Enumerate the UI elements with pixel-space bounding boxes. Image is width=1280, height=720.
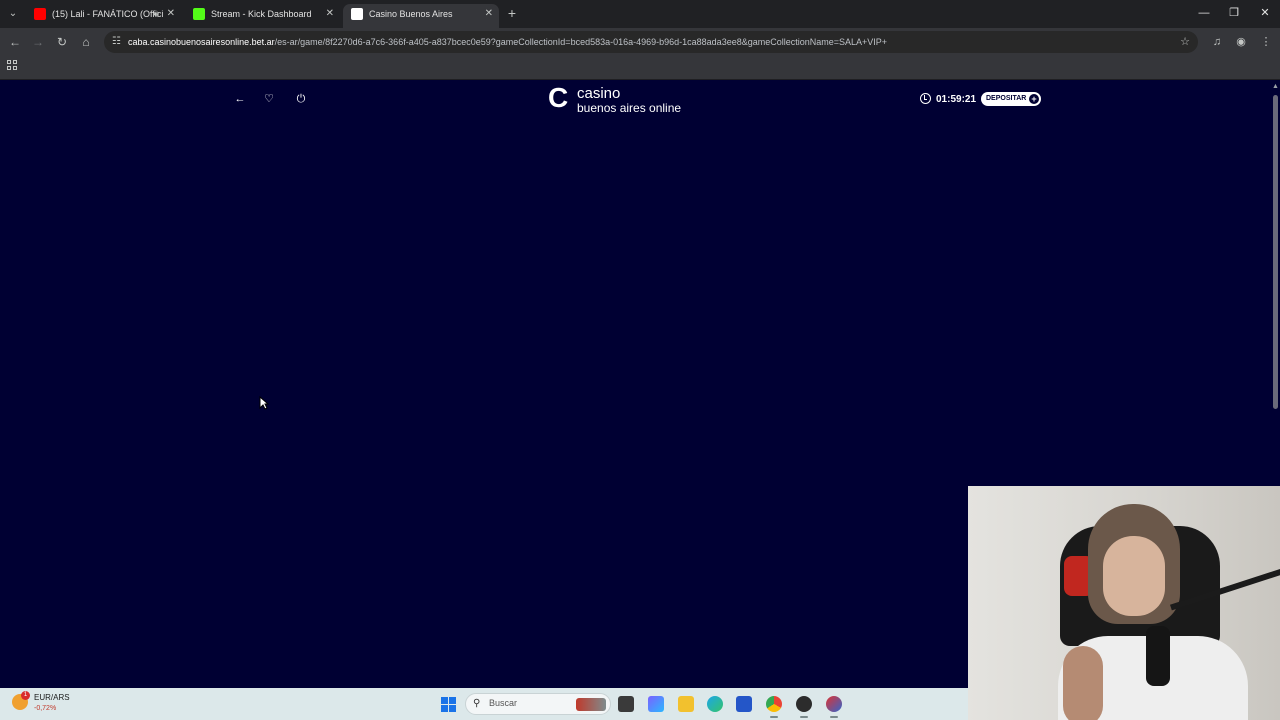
bookmark-star-icon[interactable]: ☆ <box>1180 34 1190 50</box>
logo-mark: C <box>548 82 569 113</box>
search-highlight-image <box>576 698 606 711</box>
tab-casino[interactable]: Casino Buenos Aires ✕ <box>343 4 499 28</box>
casino-logo[interactable]: C casino buenos aires online <box>548 82 683 116</box>
back-icon[interactable]: ← <box>6 33 24 51</box>
logo-line1: casino <box>577 85 621 102</box>
ticker-change: -0,72% <box>34 705 57 712</box>
store-icon[interactable] <box>736 696 752 712</box>
search-placeholder: Buscar <box>489 698 518 708</box>
running-app-indicator <box>800 716 808 718</box>
logo-line2: buenos aires online <box>577 101 682 115</box>
menu-dots-icon[interactable]: ⋮ <box>1257 33 1275 51</box>
streamer-face <box>1103 536 1165 616</box>
search-icon: ⚲ <box>473 698 481 709</box>
profile-avatar[interactable]: ◉ <box>1232 33 1250 51</box>
window-close-icon[interactable]: ✕ <box>1255 4 1275 22</box>
heart-icon[interactable]: ♡ <box>262 92 276 106</box>
restore-icon[interactable]: ❐ <box>1224 4 1244 22</box>
close-icon[interactable]: ✕ <box>167 4 175 24</box>
taskbar-search[interactable]: ⚲ Buscar <box>465 693 611 715</box>
deposit-button[interactable]: DEPOSITAR + <box>981 92 1041 106</box>
minimize-icon[interactable]: — <box>1194 4 1214 22</box>
teams-icon[interactable] <box>648 696 664 712</box>
notification-badge: 1 <box>21 691 30 700</box>
active-app-indicator <box>770 716 778 718</box>
tab-label: (15) Lali - FANÁTICO (Offici <box>52 9 164 19</box>
url-text[interactable]: caba.casinobuenosairesonline.bet.ar/es-a… <box>128 31 887 53</box>
session-timer: 01:59:21 <box>936 94 977 105</box>
new-tab-icon[interactable]: + <box>505 5 519 23</box>
globe-icon <box>351 8 363 20</box>
clock-icon <box>920 93 931 104</box>
ticker-pair[interactable]: EUR/ARS <box>34 693 70 703</box>
folder-icon[interactable] <box>678 696 694 712</box>
tab-bar: ⌄ (15) Lali - FANÁTICO (Offici 🔊︎ ✕ Stre… <box>0 0 1280 28</box>
windows-start-icon[interactable] <box>441 697 456 712</box>
edge-icon[interactable] <box>707 696 723 712</box>
kick-icon <box>193 8 205 20</box>
file-explorer-icon[interactable] <box>618 696 634 712</box>
close-icon[interactable]: ✕ <box>326 4 334 24</box>
running-app-indicator <box>830 716 838 718</box>
microphone <box>1146 626 1170 686</box>
plus-icon: + <box>1029 94 1039 104</box>
home-icon[interactable]: ⌂ <box>77 33 95 51</box>
reload-icon[interactable]: ↻ <box>53 33 71 51</box>
bookmarks-bar <box>0 56 1280 80</box>
media-control-icon[interactable]: ♫ <box>1208 33 1226 51</box>
site-info-icon[interactable]: ☷ <box>112 34 126 50</box>
webcam-overlay <box>968 486 1280 720</box>
tab-youtube[interactable]: (15) Lali - FANÁTICO (Offici 🔊︎ ✕ <box>26 4 181 28</box>
apps-grid-icon[interactable] <box>7 60 19 72</box>
tab-label: Casino Buenos Aires <box>369 9 453 19</box>
close-icon[interactable]: ✕ <box>485 4 493 24</box>
deposit-label: DEPOSITAR <box>986 95 1027 102</box>
tab-kick[interactable]: Stream - Kick Dashboard ✕ <box>185 4 340 28</box>
scrollbar-thumb[interactable] <box>1273 95 1278 409</box>
casino-app-icon[interactable] <box>826 696 842 712</box>
power-icon[interactable]: ⏻ <box>294 92 308 106</box>
obs-icon[interactable] <box>796 696 812 712</box>
chrome-icon[interactable] <box>766 696 782 712</box>
browser-toolbar: ← → ↻ ⌂ ☷ caba.casinobuenosairesonline.b… <box>0 28 1280 56</box>
scroll-up-icon[interactable]: ▲ <box>1272 83 1279 90</box>
address-bar[interactable]: ☷ caba.casinobuenosairesonline.bet.ar/es… <box>104 31 1198 53</box>
back-arrow-icon[interactable]: ← <box>233 92 247 106</box>
windows-taskbar: 1 EUR/ARS -0,72% ⚲ Buscar <box>0 688 968 720</box>
tab-search-icon[interactable]: ⌄ <box>4 5 22 23</box>
speaker-icon[interactable]: 🔊︎ <box>153 4 159 24</box>
tab-label: Stream - Kick Dashboard <box>211 9 312 19</box>
forward-icon[interactable]: → <box>29 33 47 51</box>
youtube-icon <box>34 8 46 20</box>
